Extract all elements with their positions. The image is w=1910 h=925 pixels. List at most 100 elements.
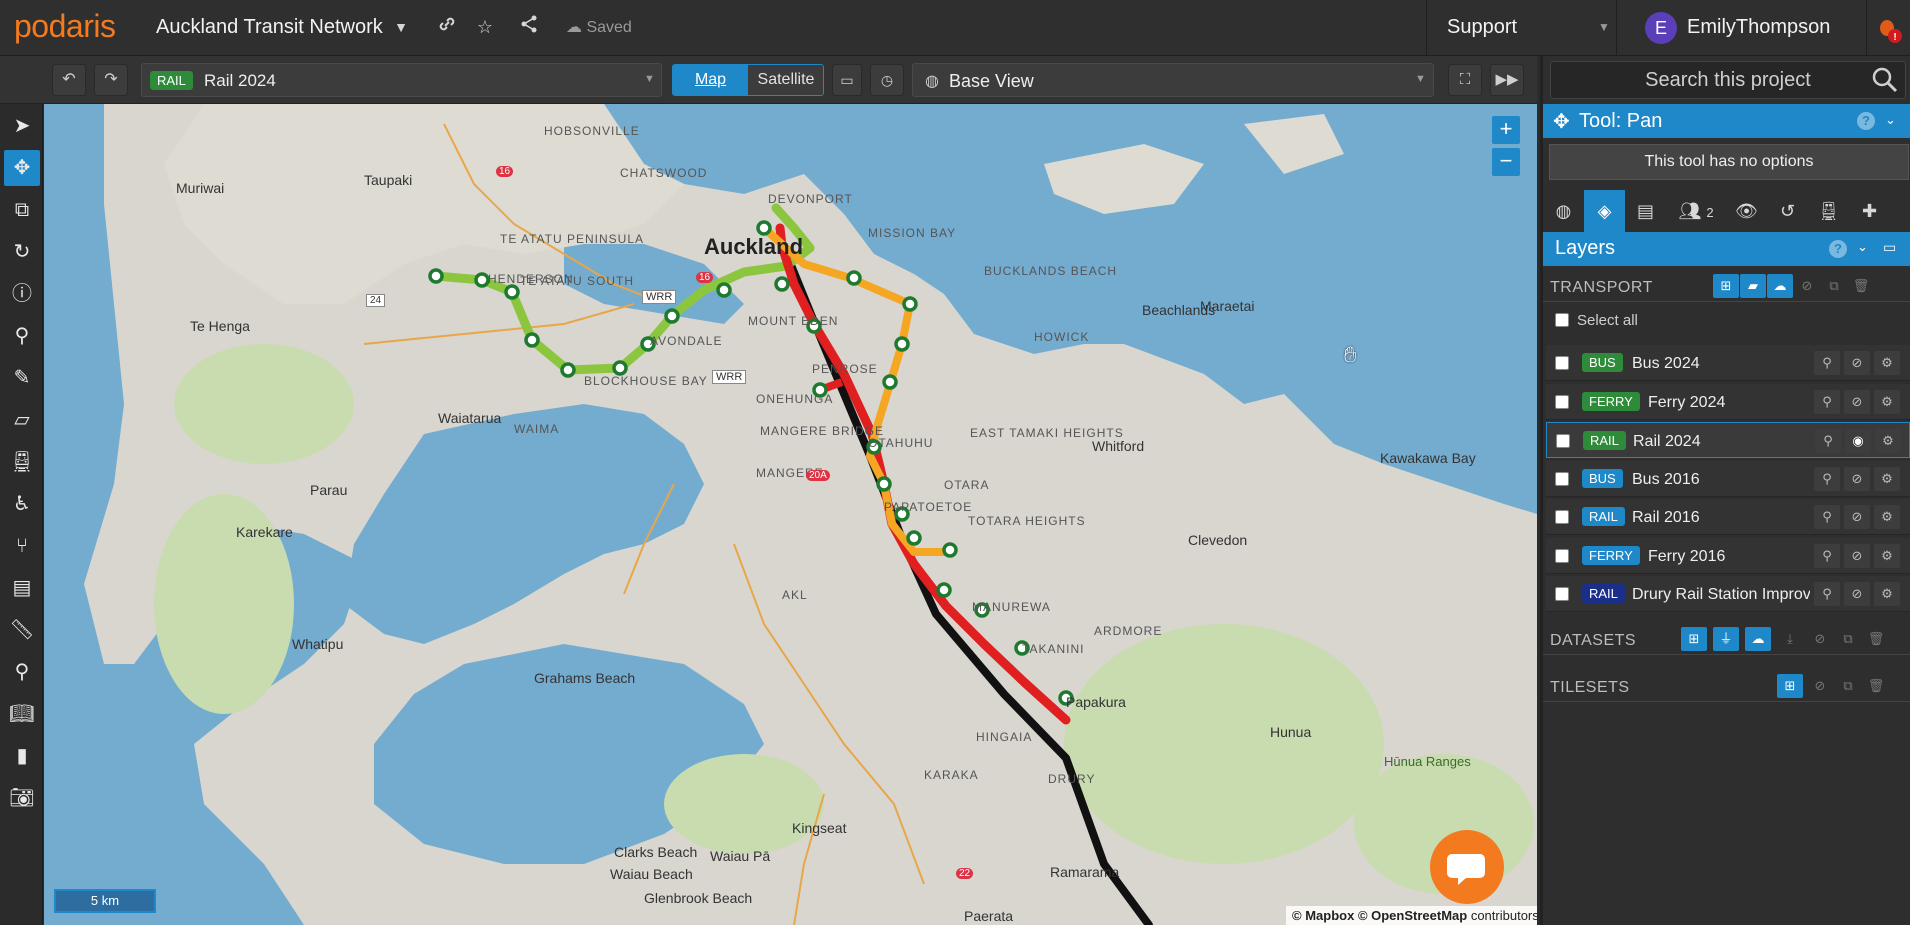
dataset-delete-button[interactable]: 🗑︎ [1863, 627, 1889, 651]
toggle-visibility-button[interactable]: ⊘ [1844, 466, 1870, 491]
search-tool[interactable]: ⚲ [4, 654, 40, 690]
toggle-visibility-button[interactable]: ⊘ [1844, 543, 1870, 568]
zoom-out-button[interactable]: − [1492, 148, 1520, 176]
layer-settings-button[interactable]: ⚙ [1874, 466, 1900, 491]
map-button[interactable]: Map [673, 65, 748, 95]
comment-tool[interactable]: ▤ [4, 570, 40, 606]
accessibility-tool[interactable]: ♿︎ [4, 486, 40, 522]
support-dropdown[interactable]: Support ▼ [1426, 0, 1616, 56]
active-layer-select[interactable]: RAIL Rail 2024 ▼ [141, 63, 662, 97]
info-tool[interactable]: ⓘ [4, 276, 40, 312]
dataset-filter-button[interactable]: ⏚ [1713, 627, 1739, 651]
layer-settings-button[interactable]: ⚙ [1874, 543, 1900, 568]
tab-people[interactable]: 👥︎ 2 [1666, 190, 1726, 232]
add-layer-button[interactable]: ⊞ [1713, 274, 1739, 298]
erase-tool[interactable]: ▱ [4, 402, 40, 438]
share-icon[interactable] [516, 14, 542, 40]
dataset-upload-button[interactable]: ☁ [1745, 627, 1771, 651]
toggle-visibility-button[interactable]: ⊘ [1844, 582, 1870, 606]
layer-settings-button[interactable]: ⚙ [1874, 582, 1900, 606]
layer-checkbox[interactable] [1555, 548, 1569, 563]
select-tool[interactable]: ➤ [4, 108, 40, 144]
tab-globe[interactable]: ◍ [1543, 190, 1584, 232]
zoom-to-layer-button[interactable]: ⚲ [1815, 429, 1841, 453]
tab-visibility[interactable]: 👁︎ [1726, 190, 1767, 232]
add-tileset-button[interactable]: ⊞ [1777, 674, 1803, 698]
notifications-button[interactable]: ! [1866, 0, 1910, 56]
zoom-to-layer-button[interactable]: ⚲ [1814, 466, 1840, 491]
pan-tool[interactable]: ✥ [4, 150, 40, 186]
panel-layout-icon[interactable]: ▭ [1883, 239, 1896, 256]
link-icon[interactable] [434, 14, 460, 40]
layer-settings-button[interactable]: ⚙ [1874, 351, 1900, 375]
podaris-logo[interactable]: podaris [14, 8, 116, 45]
redo-button[interactable]: ↷ [94, 64, 128, 96]
satellite-button[interactable]: Satellite [748, 65, 823, 95]
layer-row[interactable]: FERRY Ferry 2016 ⚲ ⊘ ⚙ [1546, 537, 1910, 574]
toggle-visibility-button[interactable]: ⊘ [1844, 505, 1870, 529]
tab-transit[interactable]: 🚆︎ [1808, 190, 1849, 232]
zoom-to-layer-button[interactable]: ⚲ [1814, 505, 1840, 529]
transit-tool[interactable]: 🚆︎ [4, 444, 40, 480]
tab-plugins[interactable]: ✚ [1849, 190, 1890, 232]
undo-button[interactable]: ↶ [52, 64, 86, 96]
chevron-down-icon[interactable]: ▼ [388, 14, 414, 40]
dataset-duplicate-button[interactable]: ⧉ [1835, 627, 1861, 651]
base-view-select[interactable]: ◍ Base View ▼ [912, 63, 1434, 97]
delete-button[interactable]: 🗑︎ [1848, 274, 1874, 298]
toggle-visibility-button[interactable]: ⊘ [1844, 351, 1870, 375]
search-icon[interactable] [1871, 66, 1899, 94]
star-icon[interactable]: ☆ [472, 14, 498, 40]
monitor-button[interactable]: ▭ [832, 64, 862, 96]
tab-comments[interactable]: ▤ [1625, 190, 1666, 232]
attribution-mapbox-link[interactable]: © Mapbox [1292, 908, 1354, 923]
layer-row[interactable]: RAIL Rail 2016 ⚲ ⊘ ⚙ [1546, 499, 1910, 535]
zoom-to-layer-button[interactable]: ⚲ [1814, 582, 1840, 606]
layer-settings-button[interactable]: ⚙ [1874, 505, 1900, 529]
search-input[interactable]: Search this project [1550, 61, 1906, 99]
hide-all-button[interactable]: ⊘ [1794, 274, 1820, 298]
fullscreen-button[interactable]: ⛶ [1448, 64, 1482, 96]
chevron-down-icon[interactable]: ⌄ [1885, 112, 1896, 128]
layer-checkbox[interactable] [1555, 587, 1569, 601]
upload-button[interactable]: ☁ [1767, 274, 1793, 298]
draw-tool[interactable]: ✎ [4, 360, 40, 396]
chat-launcher-button[interactable] [1430, 830, 1504, 904]
layer-settings-button[interactable]: ⚙ [1874, 389, 1900, 414]
layer-row[interactable]: RAIL Rail 2024 ⚲ ◉ ⚙ [1546, 422, 1910, 458]
duplicate-button[interactable]: ⧉ [1821, 274, 1847, 298]
layer-checkbox[interactable] [1556, 434, 1570, 448]
history-button[interactable]: ◷ [870, 64, 904, 96]
layer-row[interactable]: BUS Bus 2016 ⚲ ⊘ ⚙ [1546, 460, 1910, 497]
dataset-download-button[interactable]: ⤓ [1777, 627, 1803, 651]
layer-settings-button[interactable]: ⚙ [1875, 429, 1901, 453]
dataset-hide-button[interactable]: ⊘ [1807, 627, 1833, 651]
tab-layers[interactable]: ◈ [1584, 190, 1625, 232]
zoom-in-button[interactable]: + [1492, 116, 1520, 144]
add-dataset-button[interactable]: ⊞ [1681, 627, 1707, 651]
layer-row[interactable]: RAIL Drury Rail Station Improvements ⚲ ⊘ ⚙ [1546, 576, 1910, 612]
attribution-osm-link[interactable]: © OpenStreetMap [1358, 908, 1467, 923]
zoom-to-layer-button[interactable]: ⚲ [1814, 351, 1840, 375]
layer-checkbox[interactable] [1555, 510, 1569, 524]
user-menu[interactable]: E EmilyThompson [1616, 0, 1866, 56]
chart-tool[interactable]: ▮ [4, 738, 40, 774]
tileset-hide-button[interactable]: ⊘ [1807, 674, 1833, 698]
help-icon[interactable]: ? [1829, 240, 1847, 258]
tileset-delete-button[interactable]: 🗑︎ [1863, 674, 1889, 698]
zoom-to-layer-button[interactable]: ⚲ [1814, 543, 1840, 568]
layer-checkbox[interactable] [1555, 394, 1569, 409]
layer-checkbox[interactable] [1555, 471, 1569, 486]
select-all-checkbox[interactable] [1555, 313, 1569, 327]
measure-tool[interactable]: 📏︎ [4, 612, 40, 648]
merge-tool[interactable]: ⑂ [4, 528, 40, 564]
tab-history[interactable]: ↺ [1767, 190, 1808, 232]
map-canvas[interactable]: Auckland Muriwai Taupaki Te Henga Waiata… [44, 104, 1537, 925]
guide-tool[interactable]: 📖︎ [4, 696, 40, 732]
marker-tool[interactable]: ⚲ [4, 318, 40, 354]
layer-checkbox[interactable] [1555, 356, 1569, 370]
chevron-down-icon[interactable]: ⌄ [1857, 239, 1868, 255]
toggle-visibility-button[interactable]: ⊘ [1844, 389, 1870, 414]
screenshot-tool[interactable]: 📷︎ [4, 780, 40, 816]
toggle-visibility-button[interactable]: ◉ [1845, 429, 1871, 453]
